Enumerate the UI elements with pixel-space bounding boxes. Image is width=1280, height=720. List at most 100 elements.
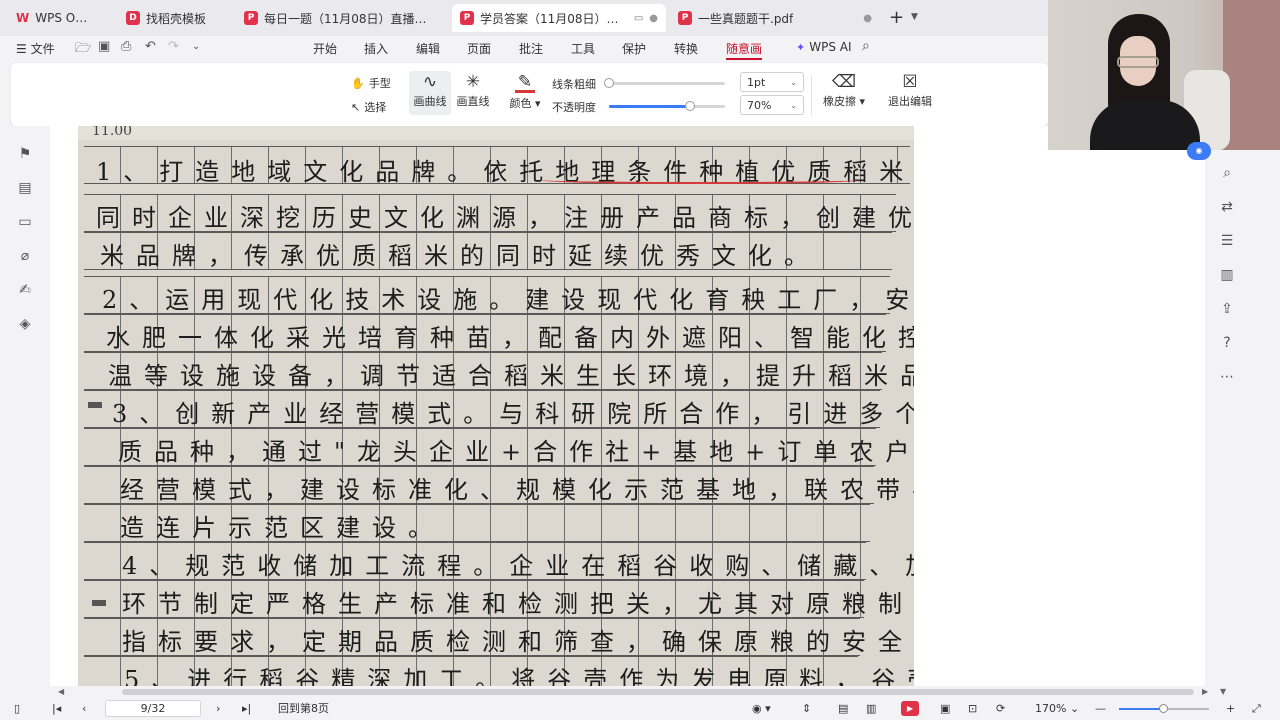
attachment-icon[interactable]: ⌀ bbox=[17, 248, 33, 264]
more-icon[interactable]: ⋯ bbox=[1218, 368, 1236, 386]
wps-ai-button[interactable]: ✦ WPS AI bbox=[796, 40, 852, 54]
draw-straight-button[interactable]: ✳ 画直线 bbox=[452, 71, 494, 115]
share-icon[interactable]: ⇪ bbox=[1218, 300, 1236, 318]
eye-protection-icon[interactable]: ◉ ▾ bbox=[752, 701, 771, 717]
scroll-right-arrow-icon[interactable]: ▶ bbox=[1202, 686, 1208, 698]
opacity-slider[interactable] bbox=[609, 101, 725, 111]
two-page-icon[interactable]: ▥ bbox=[866, 701, 876, 717]
fullscreen-icon[interactable]: ⤢ bbox=[1252, 701, 1261, 717]
continuous-scroll-icon[interactable]: ⇕ bbox=[802, 701, 811, 717]
wps-logo-icon: W bbox=[16, 11, 30, 25]
search-icon[interactable]: ⌕ bbox=[862, 38, 870, 54]
handwritten-line: 经营模式，建设标准化、规模化示范基地，联农带农，打 bbox=[120, 476, 914, 504]
new-tab-icon[interactable]: + bbox=[889, 7, 904, 28]
opacity-select[interactable]: 70% ⌄ bbox=[740, 95, 804, 115]
straight-line-icon: ✳ bbox=[465, 72, 481, 92]
menu-edit[interactable]: 编辑 bbox=[416, 40, 440, 57]
page-header-fragment: 11.00 bbox=[92, 126, 133, 139]
horizontal-scrollbar[interactable]: ◀ ▶ ▼ bbox=[50, 686, 1230, 698]
tab-pdf-answers[interactable]: P 学员答案（11月08日）直播用 ▭ ● bbox=[452, 4, 666, 32]
record-icon[interactable]: ▶ bbox=[901, 701, 919, 716]
line-width-knob[interactable] bbox=[604, 78, 614, 88]
redo-icon[interactable]: ↷ bbox=[168, 39, 179, 54]
menu-insert[interactable]: 插入 bbox=[364, 40, 388, 57]
line-width-label: 线条粗细 bbox=[552, 78, 596, 91]
webcam-person-glasses bbox=[1117, 56, 1159, 68]
menu-annotate[interactable]: 批注 bbox=[519, 40, 543, 57]
settings-sliders-icon[interactable]: ☰ bbox=[1218, 232, 1236, 250]
eraser-button[interactable]: ⌫ 橡皮擦 ▾ bbox=[819, 71, 869, 115]
chevron-down-icon[interactable]: ⌄ bbox=[1070, 701, 1079, 717]
tab-close-icon[interactable]: ● bbox=[643, 13, 658, 24]
last-page-icon[interactable]: ▸| bbox=[242, 701, 251, 717]
handwritten-line: 同时企业深挖历史文化渊源，注册产品商标，创建优质稻 bbox=[96, 204, 914, 232]
left-sidebar: ⚑ ▤ ▭ ⌀ ✍ ◈ bbox=[0, 126, 50, 686]
layers-icon[interactable]: ◈ bbox=[17, 316, 33, 332]
tab-close-icon[interactable]: ● bbox=[857, 13, 872, 24]
scroll-left-arrow-icon[interactable]: ◀ bbox=[58, 686, 64, 698]
line-width-slider[interactable] bbox=[604, 78, 725, 88]
help-icon[interactable]: ? bbox=[1218, 334, 1236, 352]
fit-width-icon[interactable]: ⊡ bbox=[968, 701, 977, 717]
zoom-out-icon[interactable]: — bbox=[1095, 701, 1106, 717]
zoom-knob[interactable] bbox=[1159, 704, 1168, 713]
fit-page-icon[interactable]: ▣ bbox=[940, 701, 950, 717]
line-width-select[interactable]: 1pt ⌄ bbox=[740, 72, 804, 92]
exit-edit-button[interactable]: ☒ 退出编辑 bbox=[885, 71, 935, 115]
select-tool[interactable]: ↖ 选择 bbox=[351, 99, 386, 115]
menu-tools[interactable]: 工具 bbox=[571, 40, 595, 57]
compare-icon[interactable]: ▥ bbox=[1218, 266, 1236, 284]
menu-convert[interactable]: 转换 bbox=[674, 40, 698, 57]
search-icon[interactable]: ⌕ bbox=[1218, 164, 1236, 182]
tab-pdf-questions[interactable]: P 一些真题题干.pdf ● bbox=[670, 4, 880, 32]
right-sidebar: ⌕ ⇄ ☰ ▥ ⇪ ? ⋯ bbox=[1205, 150, 1280, 686]
zoom-in-icon[interactable]: + bbox=[1226, 701, 1235, 717]
print-icon[interactable]: ⎙ bbox=[121, 39, 131, 54]
tab-wps-home[interactable]: W WPS Office bbox=[8, 4, 106, 32]
prev-page-icon[interactable]: ‹ bbox=[82, 701, 86, 717]
color-picker[interactable]: ✎ 颜色 ▾ bbox=[507, 71, 543, 115]
menu-start[interactable]: 开始 bbox=[313, 40, 337, 57]
ai-assistant-badge-icon[interactable]: ◉ bbox=[1187, 142, 1211, 160]
chevron-down-icon[interactable]: ▼ bbox=[911, 12, 918, 22]
menu-page[interactable]: 页面 bbox=[467, 40, 491, 57]
page-number-input[interactable]: 9/32 bbox=[105, 700, 201, 717]
template-icon: D bbox=[126, 11, 140, 25]
zoom-slider[interactable] bbox=[1119, 704, 1209, 713]
undo-icon[interactable]: ↶ bbox=[145, 39, 156, 54]
thumbnail-icon[interactable]: ▤ bbox=[17, 180, 33, 196]
chevron-down-icon[interactable]: ⌄ bbox=[192, 41, 200, 52]
comment-icon[interactable]: ▭ bbox=[17, 214, 33, 230]
hand-tool[interactable]: ✋ 手型 bbox=[351, 75, 391, 91]
file-menu[interactable]: ☰ 文件 bbox=[16, 40, 55, 57]
tab-pdf-daily[interactable]: P 每日一题（11月08日）直播用.pdf bbox=[236, 4, 446, 32]
bookmark-icon[interactable]: ⚑ bbox=[17, 146, 33, 162]
curve-icon: ∿ bbox=[422, 72, 438, 92]
zoom-fill bbox=[1119, 708, 1164, 710]
handwritten-line: 指标要求，定期品质检测和筛查，确保原粮的安全与品质。 bbox=[122, 628, 914, 656]
menu-protect[interactable]: 保护 bbox=[622, 40, 646, 57]
scroll-down-arrow-icon[interactable]: ▼ bbox=[1220, 686, 1226, 698]
next-page-icon[interactable]: › bbox=[216, 701, 220, 717]
pdf-icon: P bbox=[460, 11, 474, 25]
rotate-icon[interactable]: ⟳ bbox=[996, 701, 1005, 717]
horizontal-scroll-thumb[interactable] bbox=[122, 689, 1194, 695]
chevron-down-icon: ⌄ bbox=[790, 77, 797, 87]
opacity-knob[interactable] bbox=[685, 101, 695, 111]
goto-previous-page-link[interactable]: 回到第8页 bbox=[278, 701, 329, 717]
tab-template[interactable]: D 找稻壳模板 bbox=[118, 4, 230, 32]
document-viewport[interactable]: 11.00 1、打造地域文化品牌。依托地理条件种植优质稻米， 同时企业深挖历史文… bbox=[50, 126, 1205, 686]
open-folder-icon[interactable]: 🗁 bbox=[75, 39, 91, 61]
first-page-icon[interactable]: |◂ bbox=[52, 701, 61, 717]
toggle-sidebar-icon[interactable]: ▯ bbox=[14, 701, 20, 717]
cursor-icon: ↖ bbox=[351, 100, 361, 114]
color-label: 颜色 ▾ bbox=[509, 97, 541, 110]
translate-icon[interactable]: ⇄ bbox=[1218, 198, 1236, 216]
save-icon[interactable]: ▣ bbox=[98, 39, 110, 54]
menu-freehand[interactable]: 随意画 bbox=[726, 40, 763, 60]
signature-icon[interactable]: ✍ bbox=[17, 282, 33, 298]
zoom-level[interactable]: 170% bbox=[1035, 701, 1066, 717]
draw-curve-button[interactable]: ∿ 画曲线 bbox=[409, 71, 451, 115]
eraser-icon: ⌫ bbox=[831, 72, 857, 92]
single-page-icon[interactable]: ▤ bbox=[838, 701, 848, 717]
